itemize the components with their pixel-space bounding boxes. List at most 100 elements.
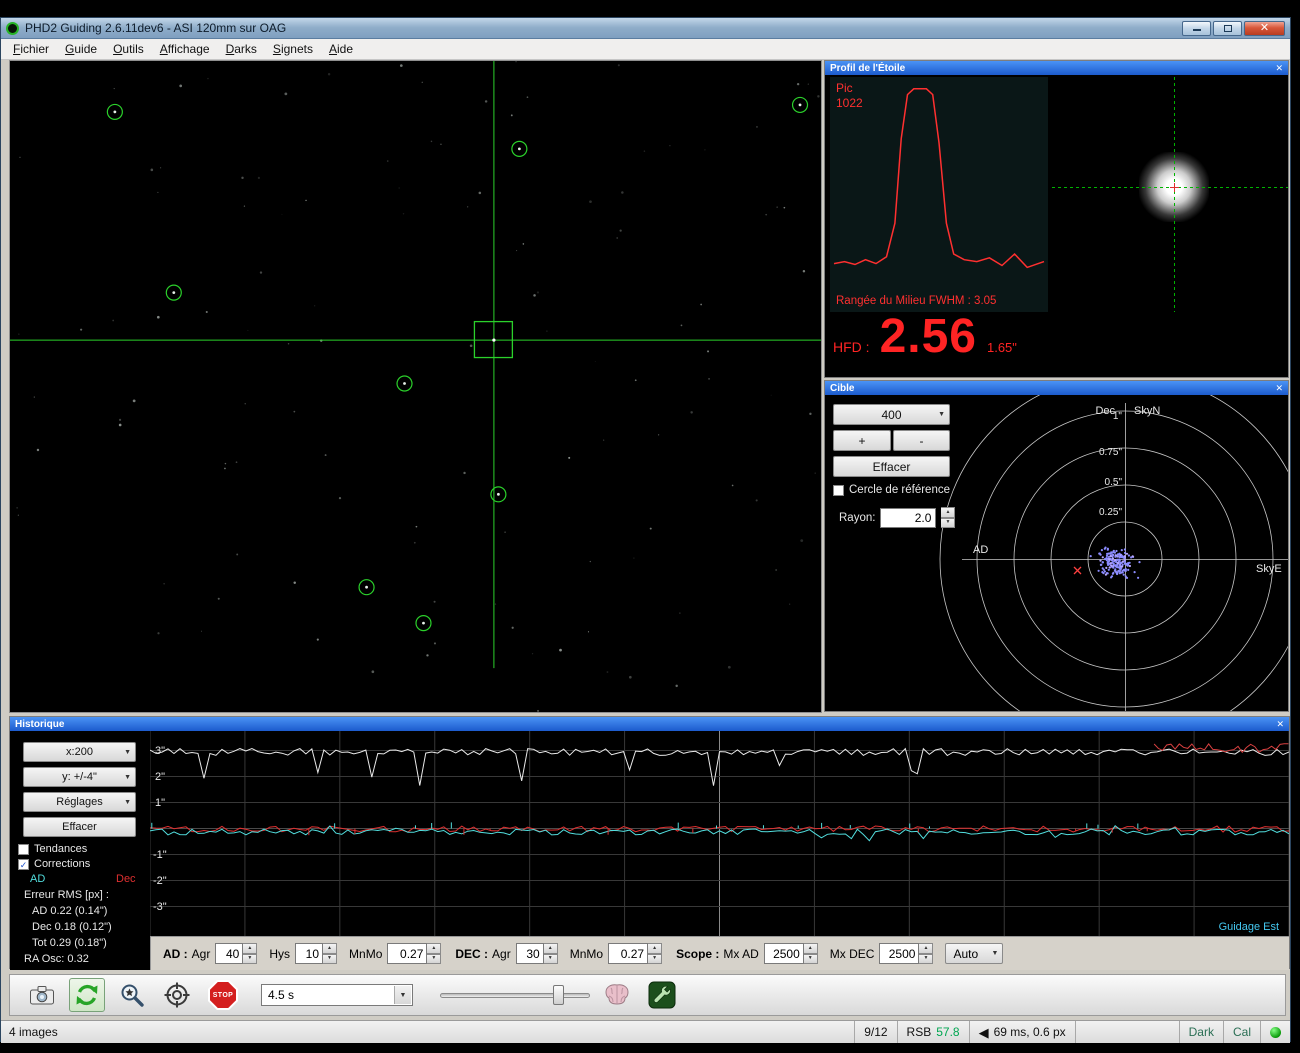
maximize-icon — [1224, 25, 1232, 32]
menu-item-signets[interactable]: Signets — [265, 40, 321, 58]
peak-value: 1022 — [836, 96, 863, 111]
history-graph-plot: 3" 2" 1" -1" -2" -3" Guidage Est — [150, 731, 1289, 936]
minimize-button[interactable] — [1182, 21, 1211, 36]
history-titlebar: Historique ✕ — [10, 717, 1289, 731]
tools-button[interactable] — [644, 978, 680, 1012]
menu-item-affichage[interactable]: Affichage — [152, 40, 218, 58]
auto-select-star-button[interactable] — [114, 978, 150, 1012]
stop-button[interactable]: STOP — [208, 980, 238, 1010]
chevron-down-icon: ▼ — [124, 774, 131, 781]
history-xscale-select[interactable]: x:200 ▼ — [23, 742, 136, 762]
radius-input[interactable] — [880, 508, 936, 528]
ytick-3: 3" — [155, 745, 165, 757]
timing-field: ◀ 69 ms, 0.6 px — [969, 1021, 1075, 1043]
status-led-icon — [1270, 1027, 1281, 1038]
slider-thumb[interactable] — [553, 985, 564, 1005]
spin-up-icon[interactable]: ▲ — [323, 943, 337, 954]
menu-item-outils[interactable]: Outils — [105, 40, 152, 58]
ytick-m1: -1" — [153, 849, 167, 861]
ring-label-075: 0.75" — [1099, 447, 1122, 458]
menu-item-guide[interactable]: Guide — [57, 40, 105, 58]
snr-field: RSB 57.8 — [897, 1021, 969, 1043]
spin-down-icon[interactable]: ▼ — [427, 954, 441, 965]
ra-legend-label[interactable]: AD — [30, 873, 45, 885]
trends-row: Tendances — [18, 843, 87, 855]
maximize-button[interactable] — [1213, 21, 1242, 36]
close-icon[interactable]: ✕ — [1275, 63, 1283, 74]
close-icon[interactable]: ✕ — [1275, 383, 1283, 394]
spin-up-icon[interactable]: ▲ — [804, 943, 818, 954]
reference-circle-label: Cercle de référence — [849, 484, 950, 496]
guide-camera-view[interactable] — [9, 60, 822, 713]
ra-aggression-input[interactable] — [215, 943, 243, 964]
hfd-arcsec: 1.65" — [987, 340, 1017, 355]
menu-bar: FichierGuideOutilsAffichageDarksSignetsA… — [1, 39, 1290, 60]
loop-icon — [74, 982, 100, 1008]
star-zoom-crosshair — [1052, 77, 1288, 312]
chevron-down-icon: ▼ — [394, 986, 411, 1004]
corrections-checkbox[interactable]: ✓ — [18, 859, 29, 870]
spin-down-icon[interactable]: ▼ — [919, 954, 933, 965]
title-bar[interactable]: PHD2 Guiding 2.6.11dev6 - ASI 120mm sur … — [1, 18, 1290, 39]
max-dec-input[interactable] — [879, 943, 919, 964]
close-button[interactable]: ✕ — [1244, 21, 1285, 36]
spin-down-icon[interactable]: ▼ — [804, 954, 818, 965]
radius-label: Rayon: — [839, 512, 875, 524]
max-ra-input[interactable] — [764, 943, 804, 964]
close-icon[interactable]: ✕ — [1276, 719, 1284, 730]
hfd-label: HFD : — [833, 339, 870, 355]
loop-exposures-button[interactable] — [69, 978, 105, 1012]
menu-item-darks[interactable]: Darks — [218, 40, 265, 58]
spin-up-icon[interactable]: ▲ — [648, 943, 662, 954]
dec-legend-label[interactable]: Dec — [116, 873, 136, 885]
trends-checkbox[interactable] — [18, 844, 29, 855]
brain-settings-button[interactable] — [599, 978, 635, 1012]
ytick-m3: -3" — [153, 901, 167, 913]
star-profile-body: Pic 1022 Rangée du Milieu FWHM : 3.05 HF… — [825, 75, 1288, 377]
spin-up-icon[interactable]: ▲ — [243, 943, 257, 954]
dec-guide-mode-select[interactable]: Auto ▼ — [945, 943, 1003, 964]
spin-up-icon[interactable]: ▲ — [544, 943, 558, 954]
spin-down-icon[interactable]: ▼ — [243, 954, 257, 965]
spin-down-icon[interactable]: ▼ — [941, 518, 955, 529]
snr-value: 57.8 — [936, 1025, 959, 1039]
start-guiding-button[interactable] — [159, 978, 195, 1012]
target-zoom-select[interactable]: 400 ▼ — [833, 404, 950, 425]
camera-icon — [29, 984, 55, 1006]
dec-minmove-label: MnMo — [570, 947, 603, 961]
target-clear-button[interactable]: Effacer — [833, 456, 950, 477]
snr-label: RSB — [907, 1025, 932, 1039]
ra-group-label: AD : — [163, 947, 188, 961]
target-titlebar: Cible ✕ — [825, 381, 1288, 395]
ra-minmove-input[interactable] — [387, 943, 427, 964]
target-zoom-out-button[interactable]: - — [893, 430, 950, 451]
history-clear-button[interactable]: Effacer — [23, 817, 136, 837]
spin-up-icon[interactable]: ▲ — [941, 507, 955, 518]
peak-block: Pic 1022 — [836, 81, 863, 111]
history-graph: 3" 2" 1" -1" -2" -3" Guidage Est — [150, 731, 1289, 936]
hysteresis-input[interactable] — [295, 943, 323, 964]
exposure-select[interactable]: 4.5 s ▼ — [261, 984, 413, 1006]
fwhm-text: Rangée du Milieu FWHM : 3.05 — [836, 295, 996, 307]
reference-circle-checkbox[interactable] — [833, 485, 844, 496]
hysteresis-spinner: ▲▼ — [295, 943, 337, 964]
spin-up-icon[interactable]: ▲ — [919, 943, 933, 954]
connect-equipment-button[interactable] — [24, 978, 60, 1012]
target-body: Dec 1" SkyN 0.75" 0.5" 0.25" AD SkyE 400… — [825, 395, 1288, 711]
hfd-value: 2.56 — [880, 313, 977, 361]
gamma-slider[interactable] — [440, 984, 590, 1006]
right-panels: Profil de l'Étoile ✕ Pic 1022 Rangée du … — [824, 60, 1289, 713]
history-settings-select[interactable]: Réglages ▼ — [23, 792, 136, 812]
history-yscale-select[interactable]: y: +/-4" ▼ — [23, 767, 136, 787]
spin-up-icon[interactable]: ▲ — [427, 943, 441, 954]
spin-down-icon[interactable]: ▼ — [648, 954, 662, 965]
menu-item-aide[interactable]: Aide — [321, 40, 361, 58]
spin-down-icon[interactable]: ▼ — [544, 954, 558, 965]
spin-down-icon[interactable]: ▼ — [323, 954, 337, 965]
progress-value: 9/12 — [864, 1025, 887, 1039]
menu-item-fichier[interactable]: Fichier — [5, 40, 57, 58]
dec-aggression-input[interactable] — [516, 943, 544, 964]
dec-minmove-input[interactable] — [608, 943, 648, 964]
target-zoom-in-button[interactable]: + — [833, 430, 891, 451]
guide-star-overlay — [10, 61, 821, 712]
